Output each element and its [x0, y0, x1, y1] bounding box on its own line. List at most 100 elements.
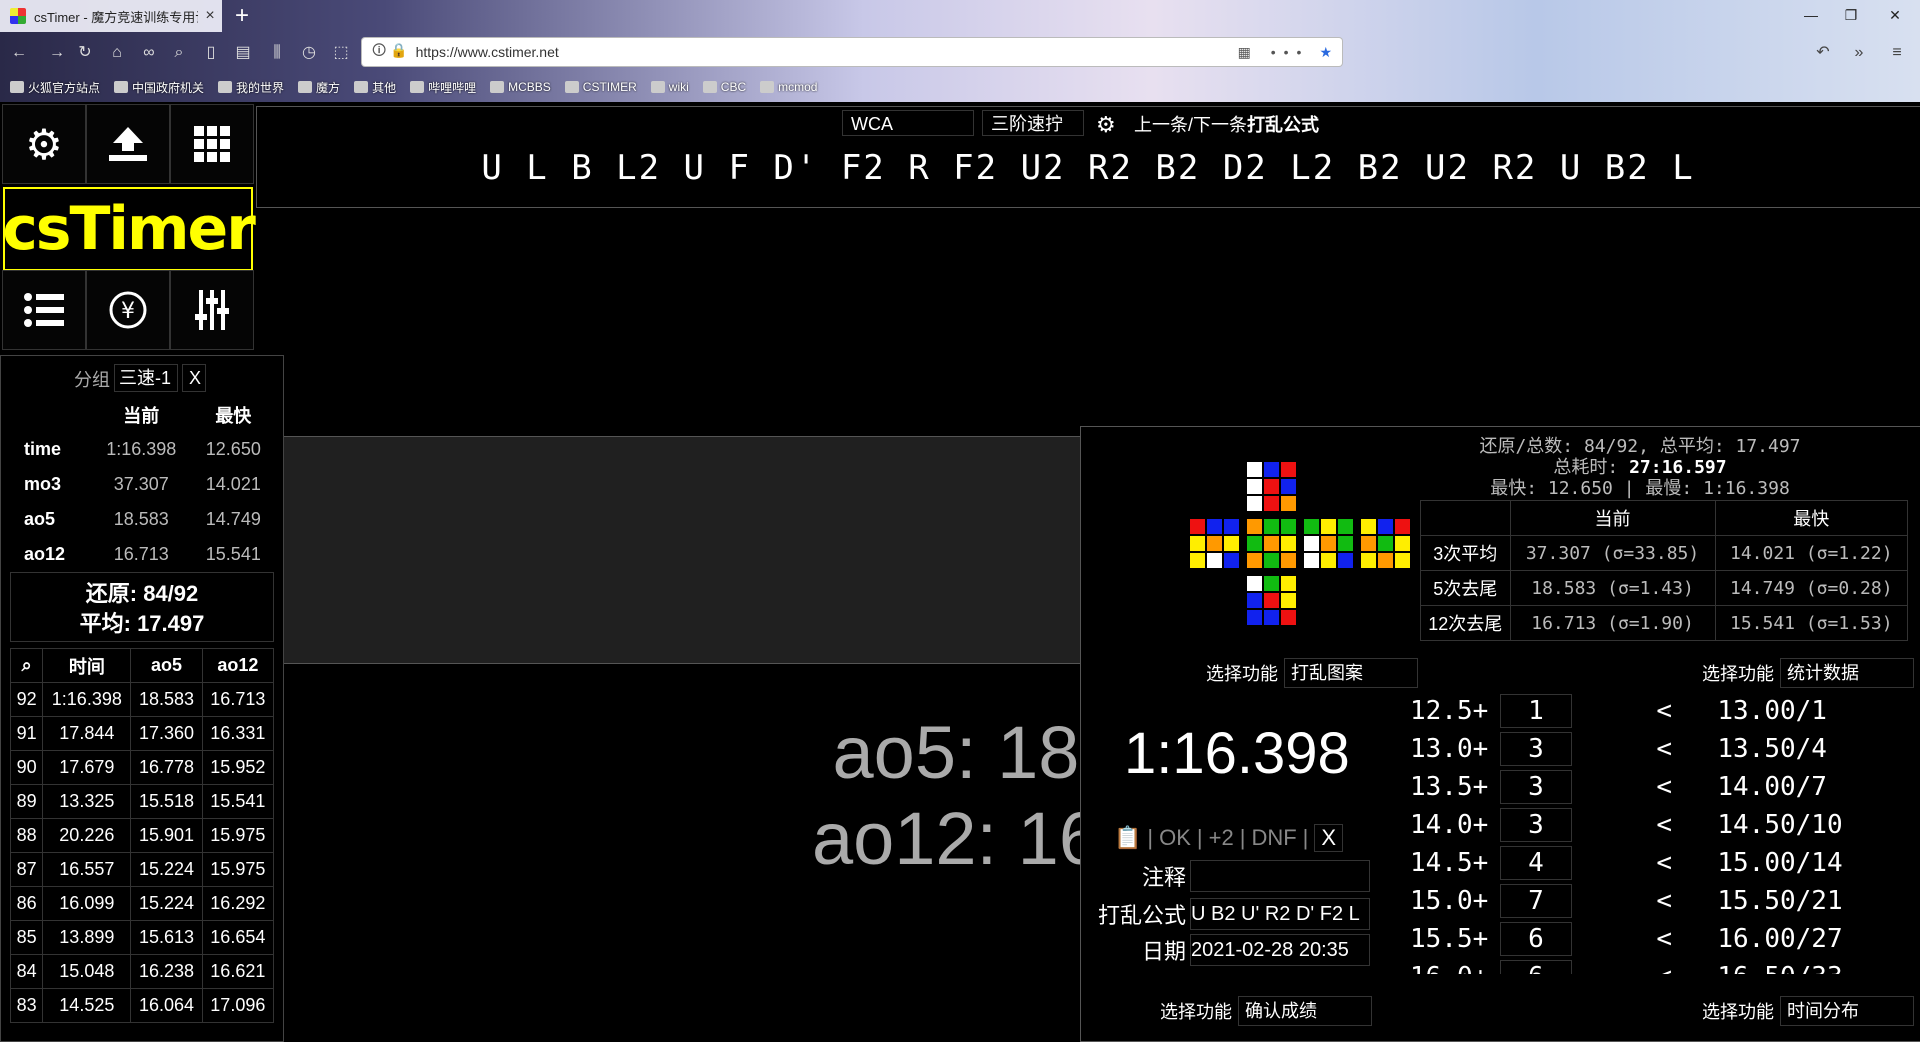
- search-icon[interactable]: ⌕: [168, 42, 190, 64]
- times-cell[interactable]: 16.654: [201, 920, 275, 955]
- table-row[interactable]: 89 13.325 15.518 15.541: [9, 784, 275, 819]
- browser-tab[interactable]: csTimer - 魔方竞速训练专用计 ×: [0, 0, 222, 32]
- scramble-nav-bold[interactable]: 打乱公式: [1247, 115, 1319, 135]
- summary-best[interactable]: 15.541: [193, 537, 274, 572]
- tool-select-value[interactable]: 时间分布: [1780, 996, 1914, 1026]
- tab-close-icon[interactable]: ×: [198, 7, 222, 25]
- sidebar-icon[interactable]: ▯: [200, 42, 222, 64]
- bookmark-item[interactable]: 其他: [354, 79, 396, 96]
- times-cell[interactable]: 89: [9, 784, 44, 819]
- times-cell[interactable]: 15.518: [130, 784, 203, 819]
- times-cell[interactable]: 18.583: [130, 682, 203, 717]
- bookmark-item[interactable]: MCBBS: [490, 80, 551, 94]
- times-cell[interactable]: 16.238: [130, 954, 203, 989]
- table-row[interactable]: 91 17.844 17.360 16.331: [9, 716, 275, 751]
- forward-icon[interactable]: →: [46, 42, 68, 64]
- avg-best[interactable]: 14.021 (σ=1.22): [1714, 535, 1909, 571]
- cstimer-logo[interactable]: csTimer: [2, 187, 256, 271]
- times-cell[interactable]: 90: [9, 750, 44, 785]
- times-cell[interactable]: 88: [9, 818, 44, 853]
- undo-icon[interactable]: ↶: [1812, 42, 1834, 64]
- avg-current[interactable]: 18.583 (σ=1.43): [1509, 570, 1716, 606]
- restore-icon[interactable]: ❐: [1836, 4, 1866, 26]
- scramble-input[interactable]: U B2 U' R2 D' F2 L: [1190, 898, 1370, 930]
- lock-icon[interactable]: 🛈 🔒: [372, 40, 408, 64]
- times-cell[interactable]: 86: [9, 886, 44, 921]
- puzzle-select[interactable]: 三阶速拧: [982, 110, 1084, 136]
- times-cell[interactable]: 13.325: [42, 784, 132, 819]
- donate-button[interactable]: ¥: [86, 270, 170, 350]
- date-input[interactable]: 2021-02-28 20:35: [1190, 934, 1370, 966]
- times-cell[interactable]: 16.621: [201, 954, 275, 989]
- new-tab-icon[interactable]: +: [228, 2, 256, 30]
- session-delete-button[interactable]: X: [182, 364, 206, 392]
- times-cell[interactable]: 16.557: [42, 852, 132, 887]
- bookmark-item[interactable]: wiki: [650, 80, 689, 94]
- times-cell[interactable]: 87: [9, 852, 44, 887]
- summary-current[interactable]: 16.713: [90, 537, 193, 572]
- avg-current[interactable]: 16.713 (σ=1.90): [1509, 605, 1716, 641]
- infinity-icon[interactable]: ∞: [138, 42, 160, 64]
- tool-select-1[interactable]: 选择功能 打乱图案: [1206, 658, 1418, 688]
- table-row[interactable]: 92 1:16.398 18.583 16.713: [9, 682, 275, 717]
- comment-input[interactable]: [1190, 860, 1370, 892]
- list-button[interactable]: [2, 270, 86, 350]
- tool-select-value[interactable]: 打乱图案: [1284, 658, 1418, 688]
- bookmark-item[interactable]: CSTIMER: [564, 80, 637, 94]
- search-icon[interactable]: ⌕: [9, 648, 44, 683]
- reload-icon[interactable]: ↻: [74, 42, 96, 64]
- times-cell[interactable]: 16.292: [201, 886, 275, 921]
- page-actions-icon[interactable]: ▦ •••: [1238, 44, 1310, 61]
- times-cell[interactable]: 15.901: [130, 818, 203, 853]
- avg-best[interactable]: 14.749 (σ=0.28): [1714, 570, 1909, 606]
- library-icon[interactable]: ⫼: [266, 42, 288, 64]
- session-summary[interactable]: 还原: 84/92 平均: 17.497: [10, 572, 274, 642]
- times-cell[interactable]: 16.064: [130, 988, 203, 1023]
- scramble-gear-icon[interactable]: ⚙: [1096, 112, 1116, 138]
- scramble-button[interactable]: [170, 104, 254, 184]
- times-cell[interactable]: 13.899: [42, 920, 132, 955]
- dnf-button[interactable]: DNF: [1251, 825, 1296, 851]
- tool-select-3[interactable]: 选择功能 确认成绩: [1160, 996, 1372, 1026]
- bookmark-item[interactable]: 我的世界: [218, 79, 284, 96]
- times-cell[interactable]: 92: [9, 682, 44, 717]
- times-cell[interactable]: 15.541: [201, 784, 275, 819]
- summary-best[interactable]: 12.650: [193, 432, 274, 467]
- url-bar[interactable]: 🛈 🔒 https://www.cstimer.net ▦ ••• ★: [362, 38, 1342, 66]
- minimize-icon[interactable]: —: [1796, 4, 1826, 26]
- bookmark-item[interactable]: 魔方: [298, 79, 340, 96]
- avg-best[interactable]: 15.541 (σ=1.53): [1714, 605, 1909, 641]
- times-cell[interactable]: 15.224: [130, 886, 203, 921]
- times-cell[interactable]: 15.224: [130, 852, 203, 887]
- avg-current[interactable]: 37.307 (σ=33.85): [1509, 535, 1716, 571]
- tools-button[interactable]: [170, 270, 254, 350]
- bookmark-item[interactable]: 火狐官方站点: [10, 79, 100, 96]
- bookmark-item[interactable]: 中国政府机关: [114, 79, 204, 96]
- bookmark-star-icon[interactable]: ★: [1319, 44, 1332, 61]
- bookmark-item[interactable]: mcmod: [760, 80, 817, 94]
- table-row[interactable]: 84 15.048 16.238 16.621: [9, 954, 275, 989]
- summary-current[interactable]: 1:16.398: [90, 432, 193, 467]
- times-cell[interactable]: 84: [9, 954, 44, 989]
- scramble-type-select[interactable]: WCA: [842, 110, 974, 136]
- times-cell[interactable]: 15.952: [201, 750, 275, 785]
- times-cell[interactable]: 16.331: [201, 716, 275, 751]
- times-cell[interactable]: 15.613: [130, 920, 203, 955]
- times-cell[interactable]: 15.048: [42, 954, 132, 989]
- menu-icon[interactable]: ≡: [1886, 42, 1908, 64]
- tool-select-value[interactable]: 统计数据: [1780, 658, 1914, 688]
- times-cell[interactable]: 14.525: [42, 988, 132, 1023]
- export-button[interactable]: [86, 104, 170, 184]
- clipboard-icon[interactable]: 📋: [1114, 825, 1141, 851]
- home-icon[interactable]: ⌂: [106, 42, 128, 64]
- summary-best[interactable]: 14.021: [193, 467, 274, 502]
- scramble-nav-link[interactable]: 上一条/下一条打乱公式: [1134, 111, 1319, 137]
- times-cell[interactable]: 16.099: [42, 886, 132, 921]
- summary-current[interactable]: 37.307: [90, 467, 193, 502]
- summary-current[interactable]: 18.583: [90, 502, 193, 537]
- times-cell[interactable]: 17.096: [201, 988, 275, 1023]
- settings-button[interactable]: ⚙: [2, 104, 86, 184]
- summary-best[interactable]: 14.749: [193, 502, 274, 537]
- table-row[interactable]: 83 14.525 16.064 17.096: [9, 988, 275, 1023]
- times-cell[interactable]: 16.778: [130, 750, 203, 785]
